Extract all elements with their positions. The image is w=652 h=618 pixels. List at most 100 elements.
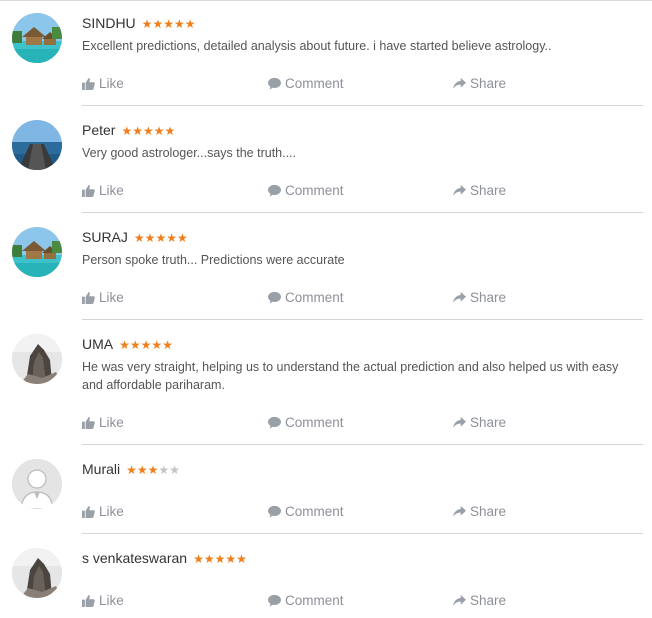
avatar[interactable] (12, 334, 62, 384)
share-button[interactable]: Share (453, 76, 506, 91)
star-rating: ★★★★★ (193, 552, 247, 566)
share-label: Share (470, 290, 507, 305)
comment-button[interactable]: Comment (268, 183, 344, 198)
share-label: Share (470, 593, 507, 608)
review-divider (82, 533, 643, 534)
star-rating: ★★★★★ (119, 338, 173, 352)
star-rating: ★★★★★ (142, 17, 196, 31)
star-filled-icon: ★ (119, 338, 130, 352)
star-filled-icon: ★ (147, 463, 159, 477)
comment-button[interactable]: Comment (268, 415, 344, 430)
review-actions: Like Comment Share (82, 76, 642, 94)
comment-button[interactable]: Comment (268, 504, 344, 519)
comment-label: Comment (285, 504, 344, 519)
beach-huts-avatar-image (12, 227, 62, 277)
star-filled-icon: ★ (203, 552, 215, 566)
like-button[interactable]: Like (82, 76, 124, 91)
star-filled-icon: ★ (126, 463, 137, 477)
like-button[interactable]: Like (82, 504, 124, 519)
share-label: Share (470, 76, 507, 91)
share-button[interactable]: Share (453, 183, 506, 198)
share-button[interactable]: Share (453, 415, 506, 430)
star-filled-icon: ★ (141, 17, 153, 31)
star-filled-icon: ★ (133, 231, 145, 245)
star-filled-icon: ★ (153, 124, 165, 138)
share-arrow-icon (453, 184, 466, 196)
comment-icon (268, 416, 281, 429)
comment-button[interactable]: Comment (268, 593, 344, 608)
thumbs-up-icon (82, 292, 95, 304)
rock-avatar-image (12, 548, 62, 598)
comment-icon (268, 291, 281, 304)
reviewer-name-line: Peter ★★★★★ (82, 122, 175, 138)
reviewer-name: Peter (82, 122, 116, 138)
comment-button[interactable]: Comment (268, 290, 344, 305)
share-arrow-icon (453, 291, 466, 303)
star-filled-icon: ★ (140, 338, 152, 352)
like-button[interactable]: Like (82, 183, 124, 198)
avatar[interactable] (12, 120, 62, 170)
star-filled-icon: ★ (136, 463, 148, 477)
reviewer-name-line: SINDHU ★★★★★ (82, 15, 196, 31)
star-filled-icon: ★ (129, 338, 141, 352)
review-text: Person spoke truth... Predictions were a… (82, 253, 345, 267)
share-button[interactable]: Share (453, 593, 506, 608)
avatar[interactable] (12, 13, 62, 63)
comment-icon (268, 594, 281, 607)
default-person-avatar-image (12, 459, 62, 509)
like-button[interactable]: Like (82, 415, 124, 430)
pier-avatar-image (12, 120, 62, 170)
share-button[interactable]: Share (453, 290, 506, 305)
like-label: Like (99, 593, 124, 608)
comment-button[interactable]: Comment (268, 76, 344, 91)
star-filled-icon: ★ (236, 552, 247, 566)
review-actions: Like Comment Share (82, 415, 642, 433)
star-filled-icon: ★ (151, 338, 163, 352)
star-empty-icon: ★ (169, 463, 180, 477)
star-filled-icon: ★ (163, 17, 174, 31)
comment-label: Comment (285, 183, 344, 198)
reviewer-name: Murali (82, 461, 121, 477)
share-label: Share (470, 415, 507, 430)
avatar[interactable] (12, 548, 62, 598)
star-filled-icon: ★ (162, 338, 173, 352)
star-filled-icon: ★ (164, 124, 176, 138)
beach-huts-avatar-image (12, 13, 62, 63)
star-rating: ★★★★★ (126, 463, 180, 477)
star-filled-icon: ★ (225, 552, 237, 566)
reviewer-name: SINDHU (82, 15, 136, 31)
review-text: Excellent predictions, detailed analysis… (82, 39, 552, 53)
comment-icon (268, 505, 281, 518)
star-filled-icon: ★ (193, 552, 204, 566)
thumbs-up-icon (82, 185, 95, 197)
star-filled-icon: ★ (173, 17, 185, 31)
share-arrow-icon (453, 505, 466, 517)
avatar[interactable] (12, 227, 62, 277)
avatar[interactable] (12, 459, 62, 509)
share-arrow-icon (453, 594, 466, 606)
review-actions: Like Comment Share (82, 290, 642, 308)
thumbs-up-icon (82, 417, 95, 429)
star-filled-icon: ★ (132, 124, 143, 138)
reviewer-name: s venkateswaran (82, 550, 188, 566)
review-divider (82, 105, 643, 106)
like-label: Like (99, 504, 124, 519)
star-rating: ★★★★★ (134, 231, 188, 245)
star-filled-icon: ★ (176, 231, 188, 245)
star-filled-icon: ★ (155, 231, 167, 245)
like-button[interactable]: Like (82, 290, 124, 305)
like-button[interactable]: Like (82, 593, 124, 608)
comment-label: Comment (285, 76, 344, 91)
like-label: Like (99, 415, 124, 430)
reviewer-name-line: s venkateswaran ★★★★★ (82, 550, 247, 566)
share-button[interactable]: Share (453, 504, 506, 519)
comment-label: Comment (285, 415, 344, 430)
comment-label: Comment (285, 593, 344, 608)
review-text: Very good astrologer...says the truth...… (82, 146, 297, 160)
star-filled-icon: ★ (184, 17, 196, 31)
reviewer-name-line: UMA ★★★★★ (82, 336, 173, 352)
top-divider (0, 0, 652, 1)
star-filled-icon: ★ (144, 231, 156, 245)
review-text: He was very straight, helping us to unde… (82, 360, 619, 392)
star-filled-icon: ★ (152, 17, 164, 31)
